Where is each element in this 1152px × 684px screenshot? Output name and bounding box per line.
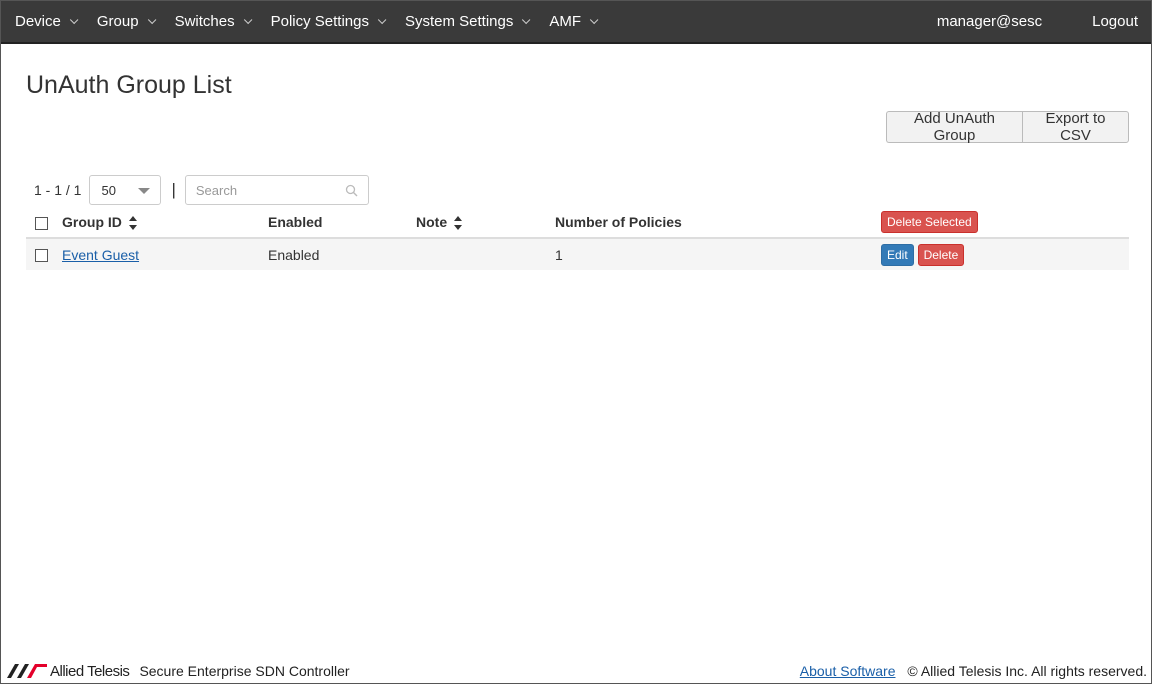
allied-telesis-logo-icon — [7, 664, 47, 678]
logout-link[interactable]: Logout — [1092, 13, 1138, 30]
nav-group[interactable]: Group — [83, 0, 161, 43]
chevron-down-icon — [589, 15, 599, 24]
nav-label: System Settings — [404, 13, 514, 30]
footer-product-name: Secure Enterprise SDN Controller — [139, 663, 350, 679]
nav-device[interactable]: Device — [1, 0, 83, 43]
nav-amf[interactable]: AMF — [535, 0, 603, 43]
nav-label: Group — [96, 13, 139, 30]
policies-cell: 1 — [555, 238, 881, 270]
unauth-group-table: Group ID Enabled Note Number of Policies… — [26, 207, 1129, 270]
action-button-group: Add UnAuth Group Export to CSV — [886, 110, 1129, 144]
header-group-id-label: Group ID — [62, 213, 122, 230]
toolbar-separator: | — [171, 180, 176, 199]
row-actions-cell: Edit Delete — [881, 238, 1129, 270]
edit-button[interactable]: Edit — [881, 243, 914, 266]
header-note-label: Note — [416, 213, 448, 230]
add-unauth-group-button[interactable]: Add UnAuth Group — [886, 110, 1022, 144]
nav-switches[interactable]: Switches — [161, 0, 257, 43]
header-actions: Delete Selected — [881, 207, 1129, 239]
select-all-checkbox[interactable] — [35, 216, 48, 230]
note-cell — [416, 238, 555, 270]
search-input[interactable] — [195, 182, 336, 198]
chevron-down-icon — [522, 15, 531, 24]
row-checkbox-cell — [26, 238, 62, 270]
header-enabled: Enabled — [268, 207, 416, 239]
nav-label: AMF — [549, 13, 582, 30]
delete-button[interactable]: Delete — [917, 243, 965, 266]
copyright-text: © Allied Telesis Inc. All rights reserve… — [907, 663, 1147, 679]
footer-brand: Allied Telesis — [50, 662, 130, 680]
table-header-row: Group ID Enabled Note Number of Policies… — [26, 207, 1129, 239]
footer: Allied Telesis Secure Enterprise SDN Con… — [1, 659, 1151, 683]
chevron-down-icon — [243, 15, 252, 24]
page-size-select[interactable]: 50 — [89, 175, 162, 205]
nav-label: Switches — [174, 13, 235, 30]
nav-label: Device — [15, 13, 61, 30]
chevron-down-icon — [147, 15, 156, 24]
about-software-link[interactable]: About Software — [800, 663, 896, 679]
header-note[interactable]: Note — [416, 207, 555, 239]
page-size-value: 50 — [101, 182, 116, 198]
page-title: UnAuth Group List — [26, 71, 232, 99]
group-id-cell: Event Guest — [62, 238, 268, 270]
table-row: Event Guest Enabled 1 Edit Delete — [26, 238, 1129, 270]
nav-right: manager@sesc Logout — [937, 13, 1151, 30]
group-id-link[interactable]: Event Guest — [62, 247, 139, 263]
header-group-id[interactable]: Group ID — [62, 207, 268, 239]
sort-icon — [128, 216, 137, 231]
footer-right: About Software © Allied Telesis Inc. All… — [800, 663, 1147, 679]
search-box — [184, 175, 369, 205]
sort-icon — [454, 216, 463, 231]
header-number-of-policies: Number of Policies — [555, 207, 881, 239]
top-navbar: Device Group Switches Policy Settings Sy… — [1, 1, 1151, 44]
list-toolbar: 1 - 1 / 1 50 | — [34, 175, 369, 205]
nav-policy-settings[interactable]: Policy Settings — [257, 0, 391, 43]
pager-info: 1 - 1 / 1 — [34, 182, 82, 198]
chevron-down-icon — [69, 15, 79, 24]
current-user: manager@sesc — [936, 13, 1043, 30]
allied-telesis-logo: Allied Telesis — [7, 662, 130, 680]
enabled-cell: Enabled — [268, 238, 416, 270]
row-checkbox[interactable] — [35, 249, 48, 263]
nav-system-settings[interactable]: System Settings — [391, 0, 535, 43]
caret-down-icon — [138, 188, 151, 194]
export-csv-button[interactable]: Export to CSV — [1022, 110, 1129, 144]
search-icon[interactable] — [345, 184, 358, 197]
nav-label: Policy Settings — [270, 13, 369, 30]
delete-selected-button[interactable]: Delete Selected — [881, 211, 978, 233]
header-checkbox-cell — [26, 207, 62, 239]
chevron-down-icon — [377, 15, 387, 24]
